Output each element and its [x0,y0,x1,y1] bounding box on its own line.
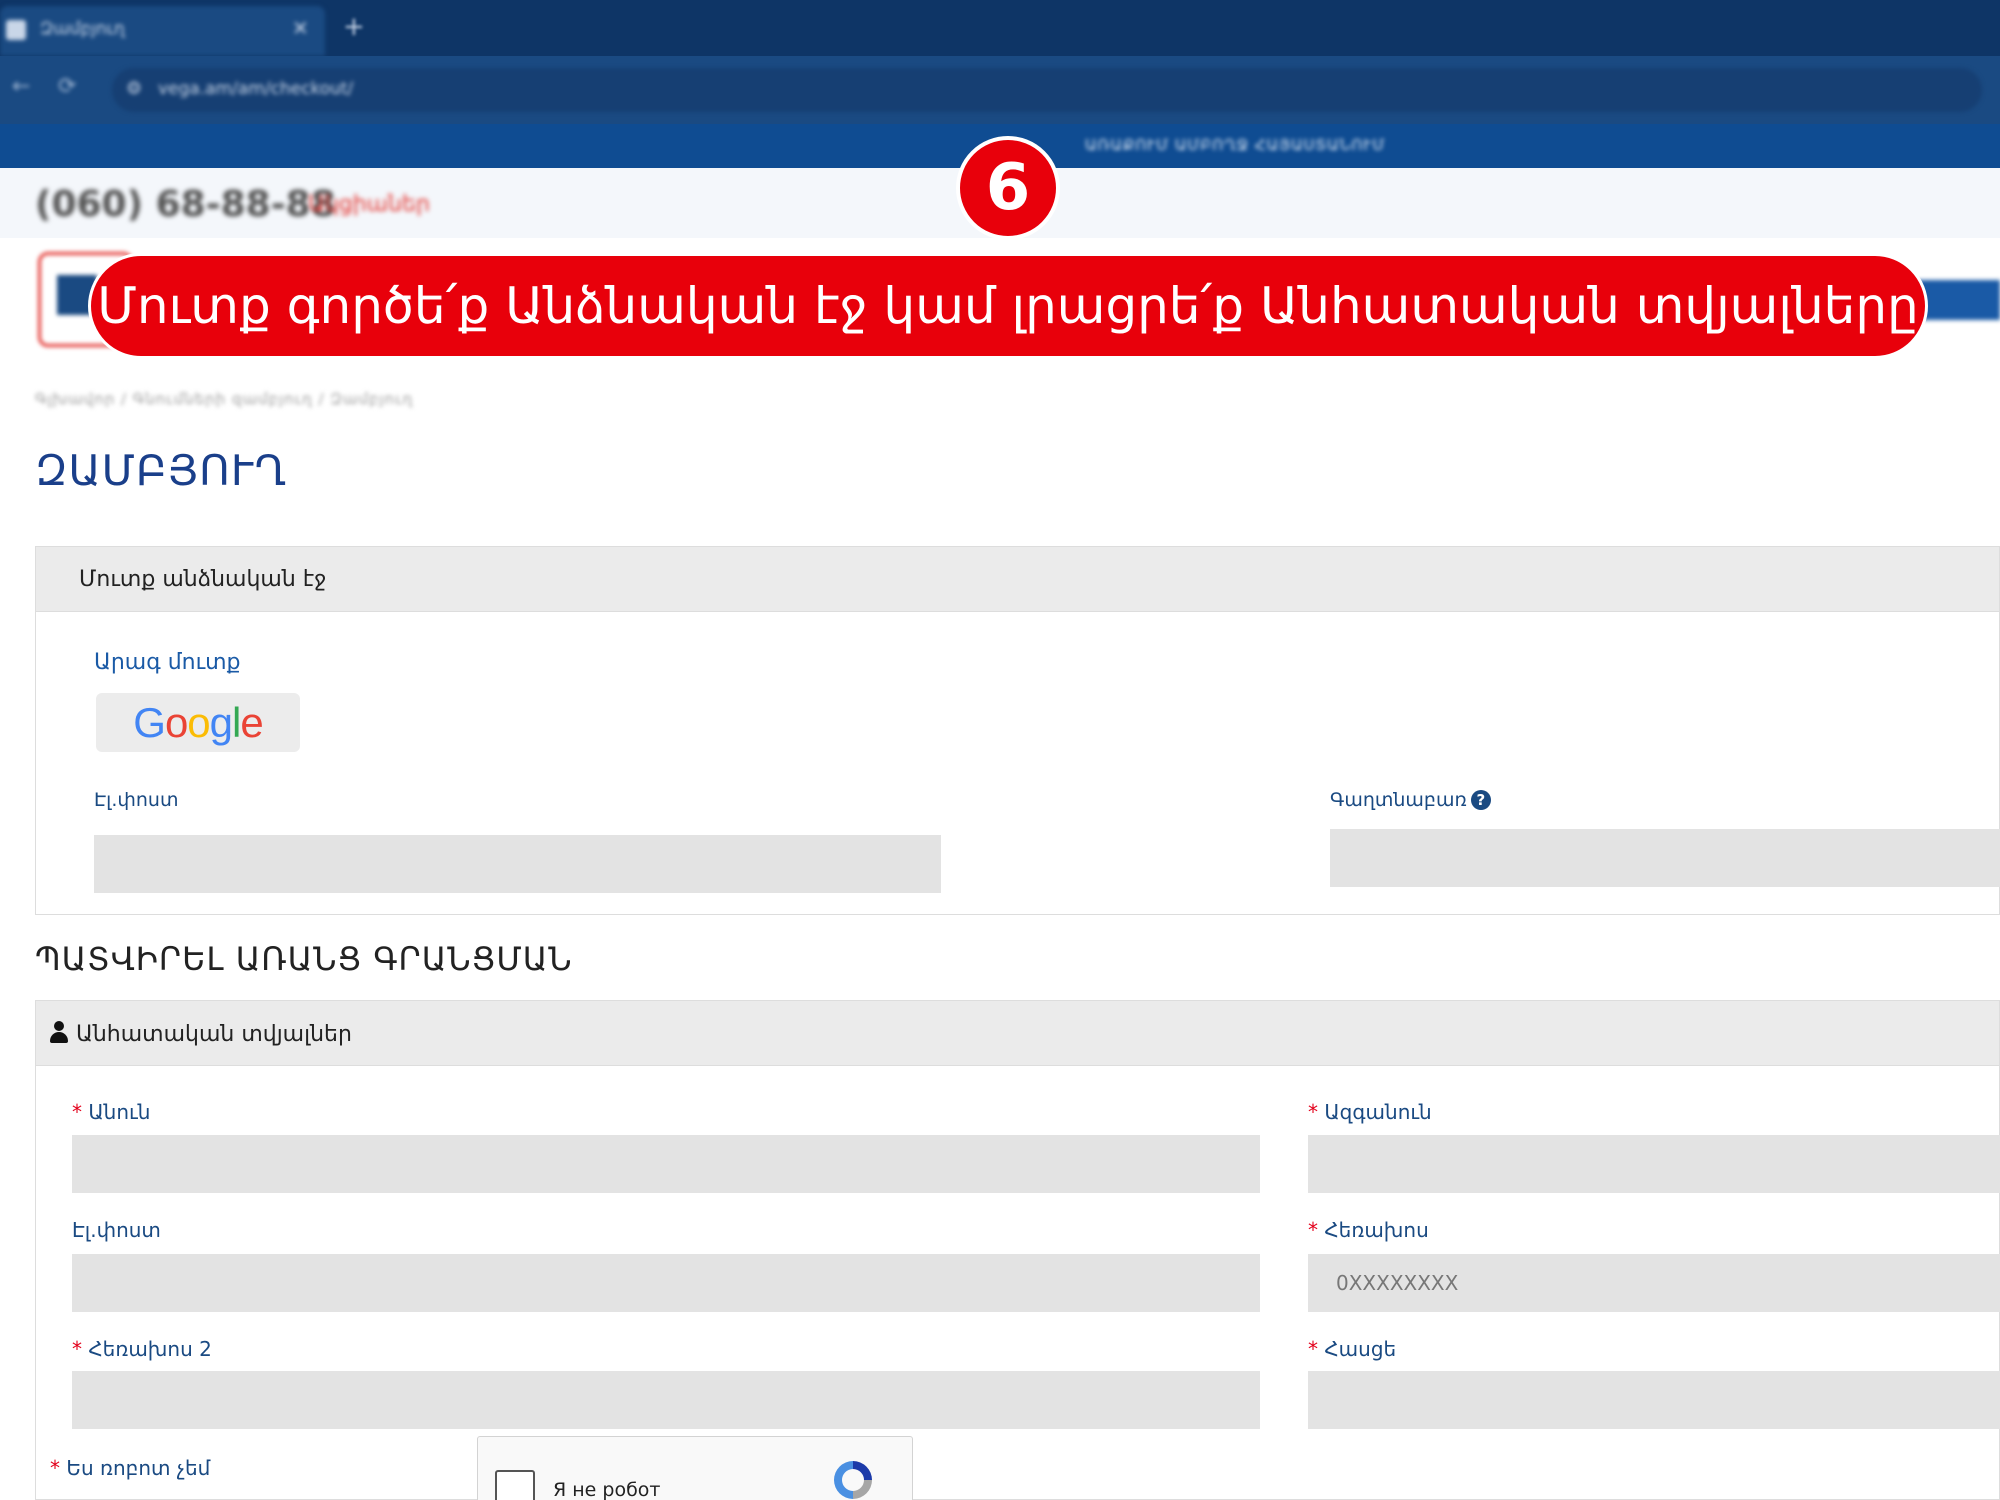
robot-label: * Ես ռոբոտ չեմ [50,1456,211,1480]
promo-text: ԱՌԱՔՈՒՄ ԱՄԲՈՂՋ ՀԱՅԱՍՏԱՆՈՒՄ [1085,136,1386,154]
email-label: Էլ.փոստ [72,1218,161,1242]
browser-tab[interactable]: Զամբյուղ ✕ [0,6,325,56]
quick-login-label: Արագ մուտք [94,650,241,675]
browser-tabbar: Զամբյուղ ✕ + [0,0,2000,56]
login-password-label: Գաղտնաբառ? [1330,789,1491,811]
new-tab-button[interactable]: + [343,12,365,42]
phone-input[interactable]: 0XXXXXXXX [1308,1254,2000,1312]
email-input[interactable] [72,1254,1260,1312]
first-name-label: * Անուն [72,1100,151,1124]
step-number-badge: 6 [956,136,1060,240]
last-name-label: * Ազգանուն [1308,1100,1432,1124]
login-email-label: Էլ.փոստ [94,789,179,811]
site-info-icon[interactable]: ⚙ [126,78,142,99]
phone2-label: * Հեռախոս 2 [72,1337,212,1361]
user-icon [48,1021,70,1043]
address-input[interactable] [1308,1371,2000,1429]
breadcrumb[interactable]: Գլխավոր / Գնումների զամբյուղ / Զամբյուղ [35,390,413,408]
page-title: ԶԱՄԲՅՈՒՂ [35,446,288,495]
phone2-input[interactable] [72,1371,1260,1429]
site-phone[interactable]: (060) 68-88-88 [35,184,336,225]
recaptcha-checkbox[interactable] [495,1470,535,1500]
promotions-link[interactable]: Ակցիաներ [308,192,430,217]
url-text: vega.am/am/checkout/ [158,79,354,99]
login-password-input[interactable] [1330,829,2000,887]
tab-title: Զամբյուղ [40,19,125,39]
phone-label: * Հեռախոս [1308,1218,1429,1242]
recaptcha-text: Я не робот [553,1479,661,1500]
instruction-banner: Մուտք գործե՛ք Անձնական էջ կամ լրացրե՛ք Ա… [88,253,1928,359]
first-name-input[interactable] [72,1135,1260,1193]
back-icon[interactable]: ← [12,74,30,99]
help-icon[interactable]: ? [1470,790,1491,810]
login-email-input[interactable] [94,835,941,893]
last-name-input[interactable] [1308,1135,2000,1193]
recaptcha-widget: Я не робот [477,1436,913,1500]
address-label: * Հասցե [1308,1337,1397,1361]
address-bar[interactable]: ⚙ vega.am/am/checkout/ [112,68,1982,112]
favicon-icon [6,20,26,40]
personal-panel-title: Անհատական տվյալներ [48,1021,352,1047]
google-logo: Google [133,699,263,746]
browser-toolbar: ← ⟳ ⚙ vega.am/am/checkout/ [0,56,2000,124]
login-panel-title: Մուտք անձնական էջ [79,567,327,592]
personal-panel-header: Անհատական տվյալներ [35,1000,2000,1066]
google-login-button[interactable]: Google [96,693,300,752]
guest-checkout-title: ՊԱՏՎԻՐԵԼ ԱՌԱՆՑ ԳՐԱՆՑՄԱՆ [35,940,573,978]
reload-icon[interactable]: ⟳ [58,74,76,99]
login-panel-header: Մուտք անձնական էջ [35,546,2000,612]
close-tab-icon[interactable]: ✕ [292,16,309,40]
recaptcha-logo-icon [834,1461,872,1499]
